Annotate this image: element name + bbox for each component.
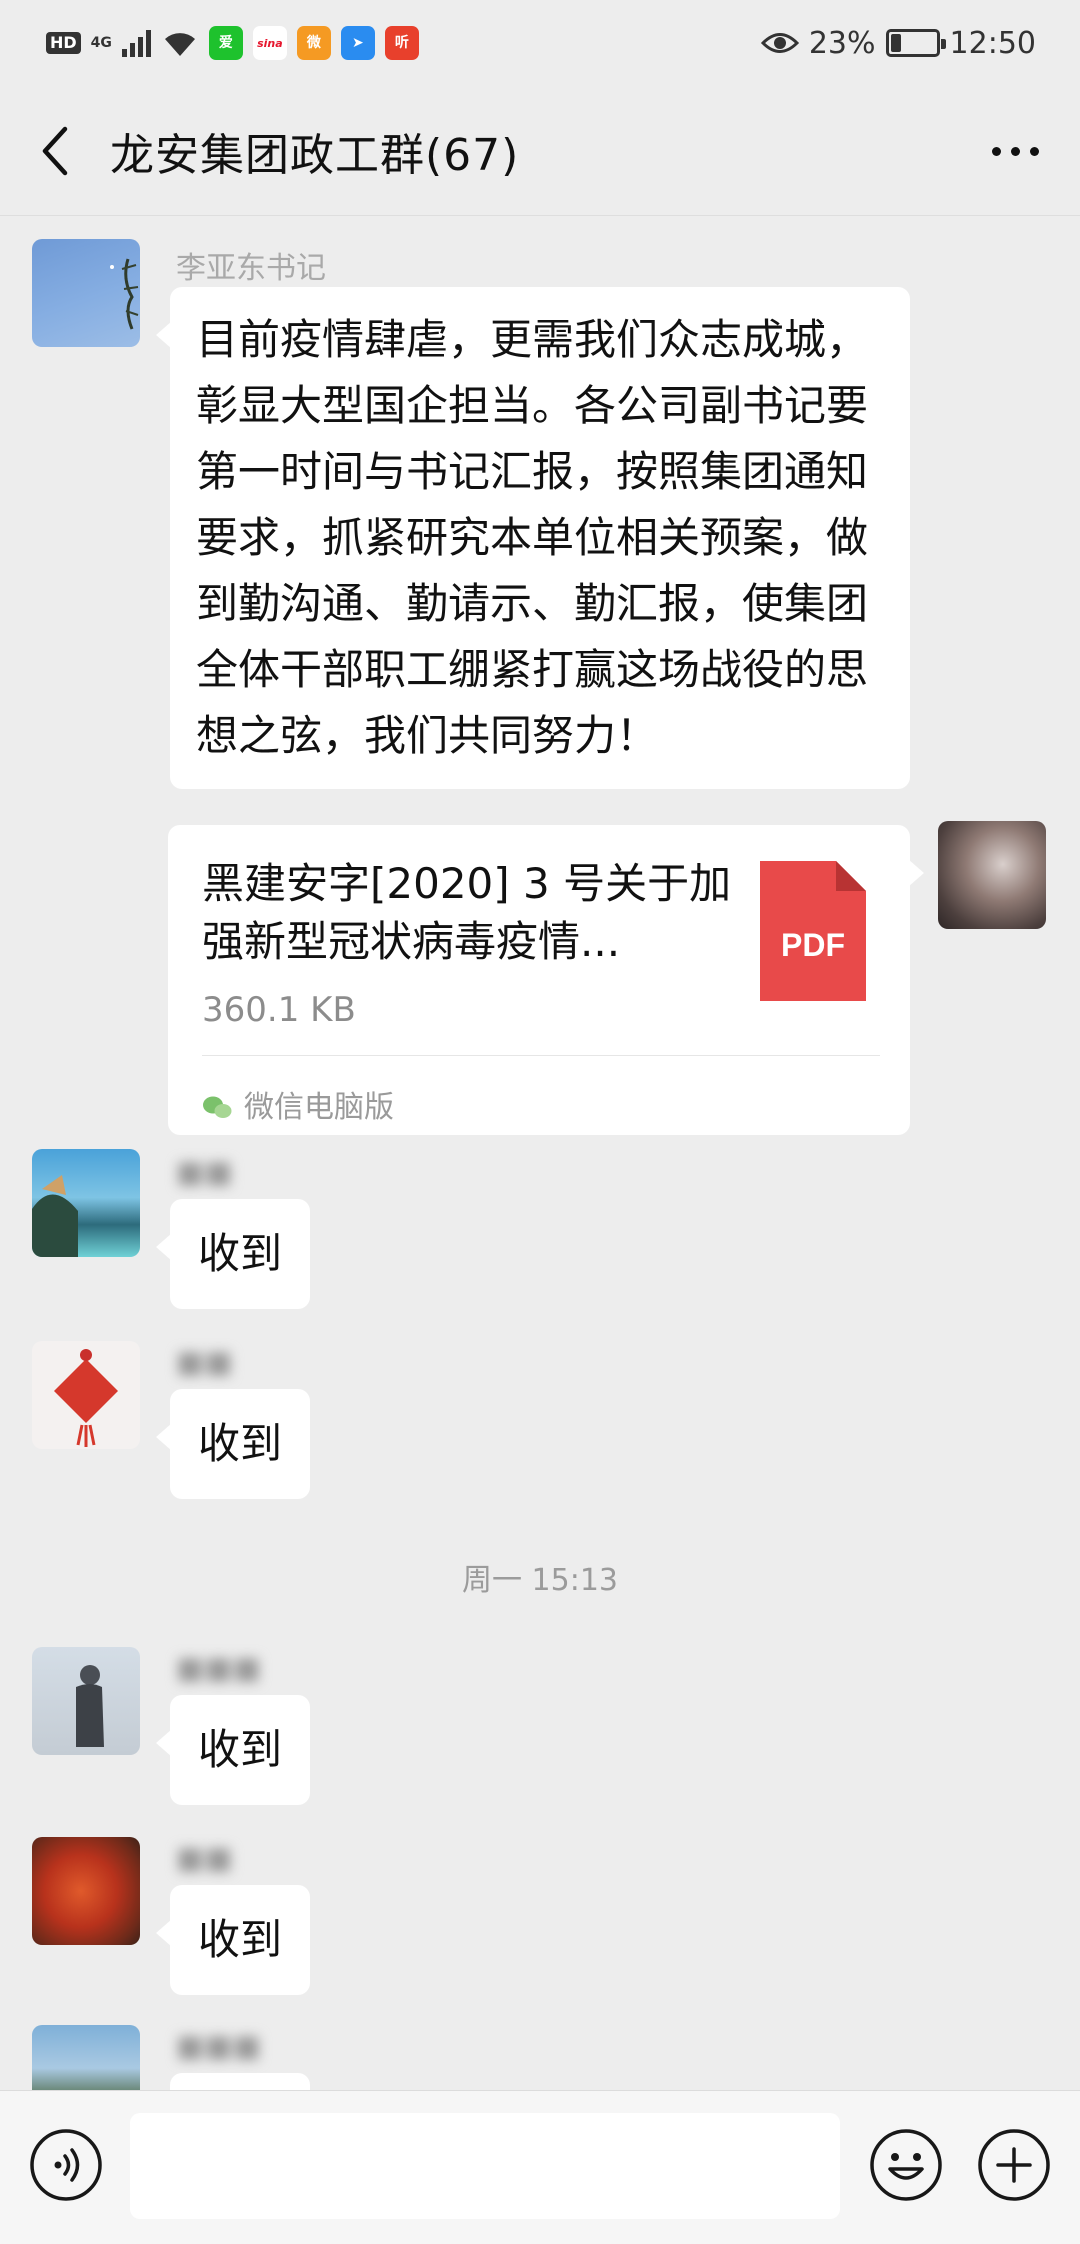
- chat-header: 龙安集团政工群(67): [0, 86, 1080, 216]
- wifi-icon: [164, 33, 195, 56]
- message-timestamp: 周一 15:13: [462, 1563, 618, 1598]
- file-name: 黑建安字[2020] 3 号关于加强新型冠状病毒疫情...: [202, 859, 732, 966]
- message-bubble[interactable]: 目前疫情肆虐，更需我们众志成城，彰显大型国企担当。各公司副书记要第一时间与书记汇…: [156, 287, 910, 789]
- message-list[interactable]: 李亚东书记 目前疫情肆虐，更需我们众志成城，彰显大型国企担当。各公司副书记要第一…: [0, 217, 1080, 2090]
- input-bar: [0, 2090, 1080, 2244]
- divider: [202, 1055, 880, 1056]
- sender-name: ■■: [176, 1841, 233, 1876]
- more-dots-icon: [991, 146, 1001, 156]
- avatar[interactable]: [32, 1149, 140, 1257]
- avatar[interactable]: [32, 2025, 140, 2090]
- chinese-knot-image: [54, 1349, 118, 1447]
- file-type: PDF: [781, 927, 845, 963]
- sina-icon: sina: [252, 26, 287, 60]
- status-bar: HD 4G 爱 sina 微 ➤ 听 23% 12:50: [0, 0, 1080, 86]
- message-bubble[interactable]: 收到: [155, 1885, 311, 1995]
- hd-indicator: HD: [46, 32, 81, 54]
- message-bubble[interactable]: [170, 2073, 310, 2090]
- clock: 12:50: [949, 25, 1036, 61]
- source-label: 微信电脑版: [244, 1090, 394, 1125]
- pdf-file-icon: PDF: [760, 861, 866, 1001]
- sender-name: 李亚东书记: [176, 251, 326, 286]
- avatar[interactable]: [938, 821, 1046, 929]
- more-functions-button[interactable]: [976, 2127, 1052, 2203]
- status-right: 23% 12:50: [760, 25, 1036, 61]
- back-button[interactable]: [0, 86, 110, 216]
- battery-fill: [890, 34, 901, 52]
- message-input[interactable]: [130, 2113, 840, 2219]
- sender-name: ■■: [176, 1155, 233, 1190]
- message-bubble[interactable]: 收到: [155, 1695, 311, 1805]
- battery-icon: [885, 29, 946, 57]
- message-text: 收到: [198, 1229, 283, 1278]
- wechat-icon: [203, 1096, 232, 1118]
- avatar[interactable]: [32, 1837, 140, 1945]
- message-bubble[interactable]: 收到: [155, 1389, 311, 1499]
- eye-icon: [760, 33, 799, 53]
- battery-percent: 23%: [808, 25, 876, 61]
- more-options-button[interactable]: [980, 121, 1050, 181]
- chevron-left-icon: [42, 126, 68, 175]
- iqiyi-icon: 爱: [208, 26, 243, 60]
- sender-name: ■■■: [176, 1651, 262, 1686]
- voice-button[interactable]: [28, 2127, 104, 2203]
- listen-icon: 听: [384, 26, 419, 60]
- avatar-image: [32, 1175, 78, 1257]
- avatar-image: [110, 258, 139, 330]
- avatar-image: [76, 1665, 104, 1747]
- weibo-icon: 微: [296, 26, 331, 60]
- sender-name: ■■■: [176, 2029, 262, 2064]
- message-bubble[interactable]: 收到: [155, 1199, 311, 1309]
- avatar[interactable]: [32, 1647, 140, 1755]
- signal-icon: [121, 29, 151, 57]
- chat-title: 龙安集团政工群(67): [110, 129, 520, 181]
- send-icon: ➤: [340, 26, 375, 60]
- network-type: 4G: [90, 35, 112, 51]
- message-text: 目前疫情肆虐，更需我们众志成城，彰显大型国企担当。各公司副书记要第一时间与书记汇…: [196, 315, 869, 760]
- avatar[interactable]: [32, 1341, 140, 1449]
- file-size: 360.1 KB: [202, 990, 356, 1030]
- message-text: 收到: [198, 1419, 283, 1468]
- message-text: 收到: [198, 1725, 283, 1774]
- file-source: 微信电脑版: [202, 1075, 394, 1141]
- message-text: 收到: [198, 1915, 283, 1964]
- status-left: HD 4G 爱 sina 微 ➤ 听: [46, 26, 419, 60]
- sender-name: ■■: [176, 1345, 233, 1380]
- emoji-button[interactable]: [868, 2127, 944, 2203]
- file-message[interactable]: 黑建安字[2020] 3 号关于加强新型冠状病毒疫情... 360.1 KB P…: [168, 825, 924, 1135]
- avatar[interactable]: [32, 239, 140, 347]
